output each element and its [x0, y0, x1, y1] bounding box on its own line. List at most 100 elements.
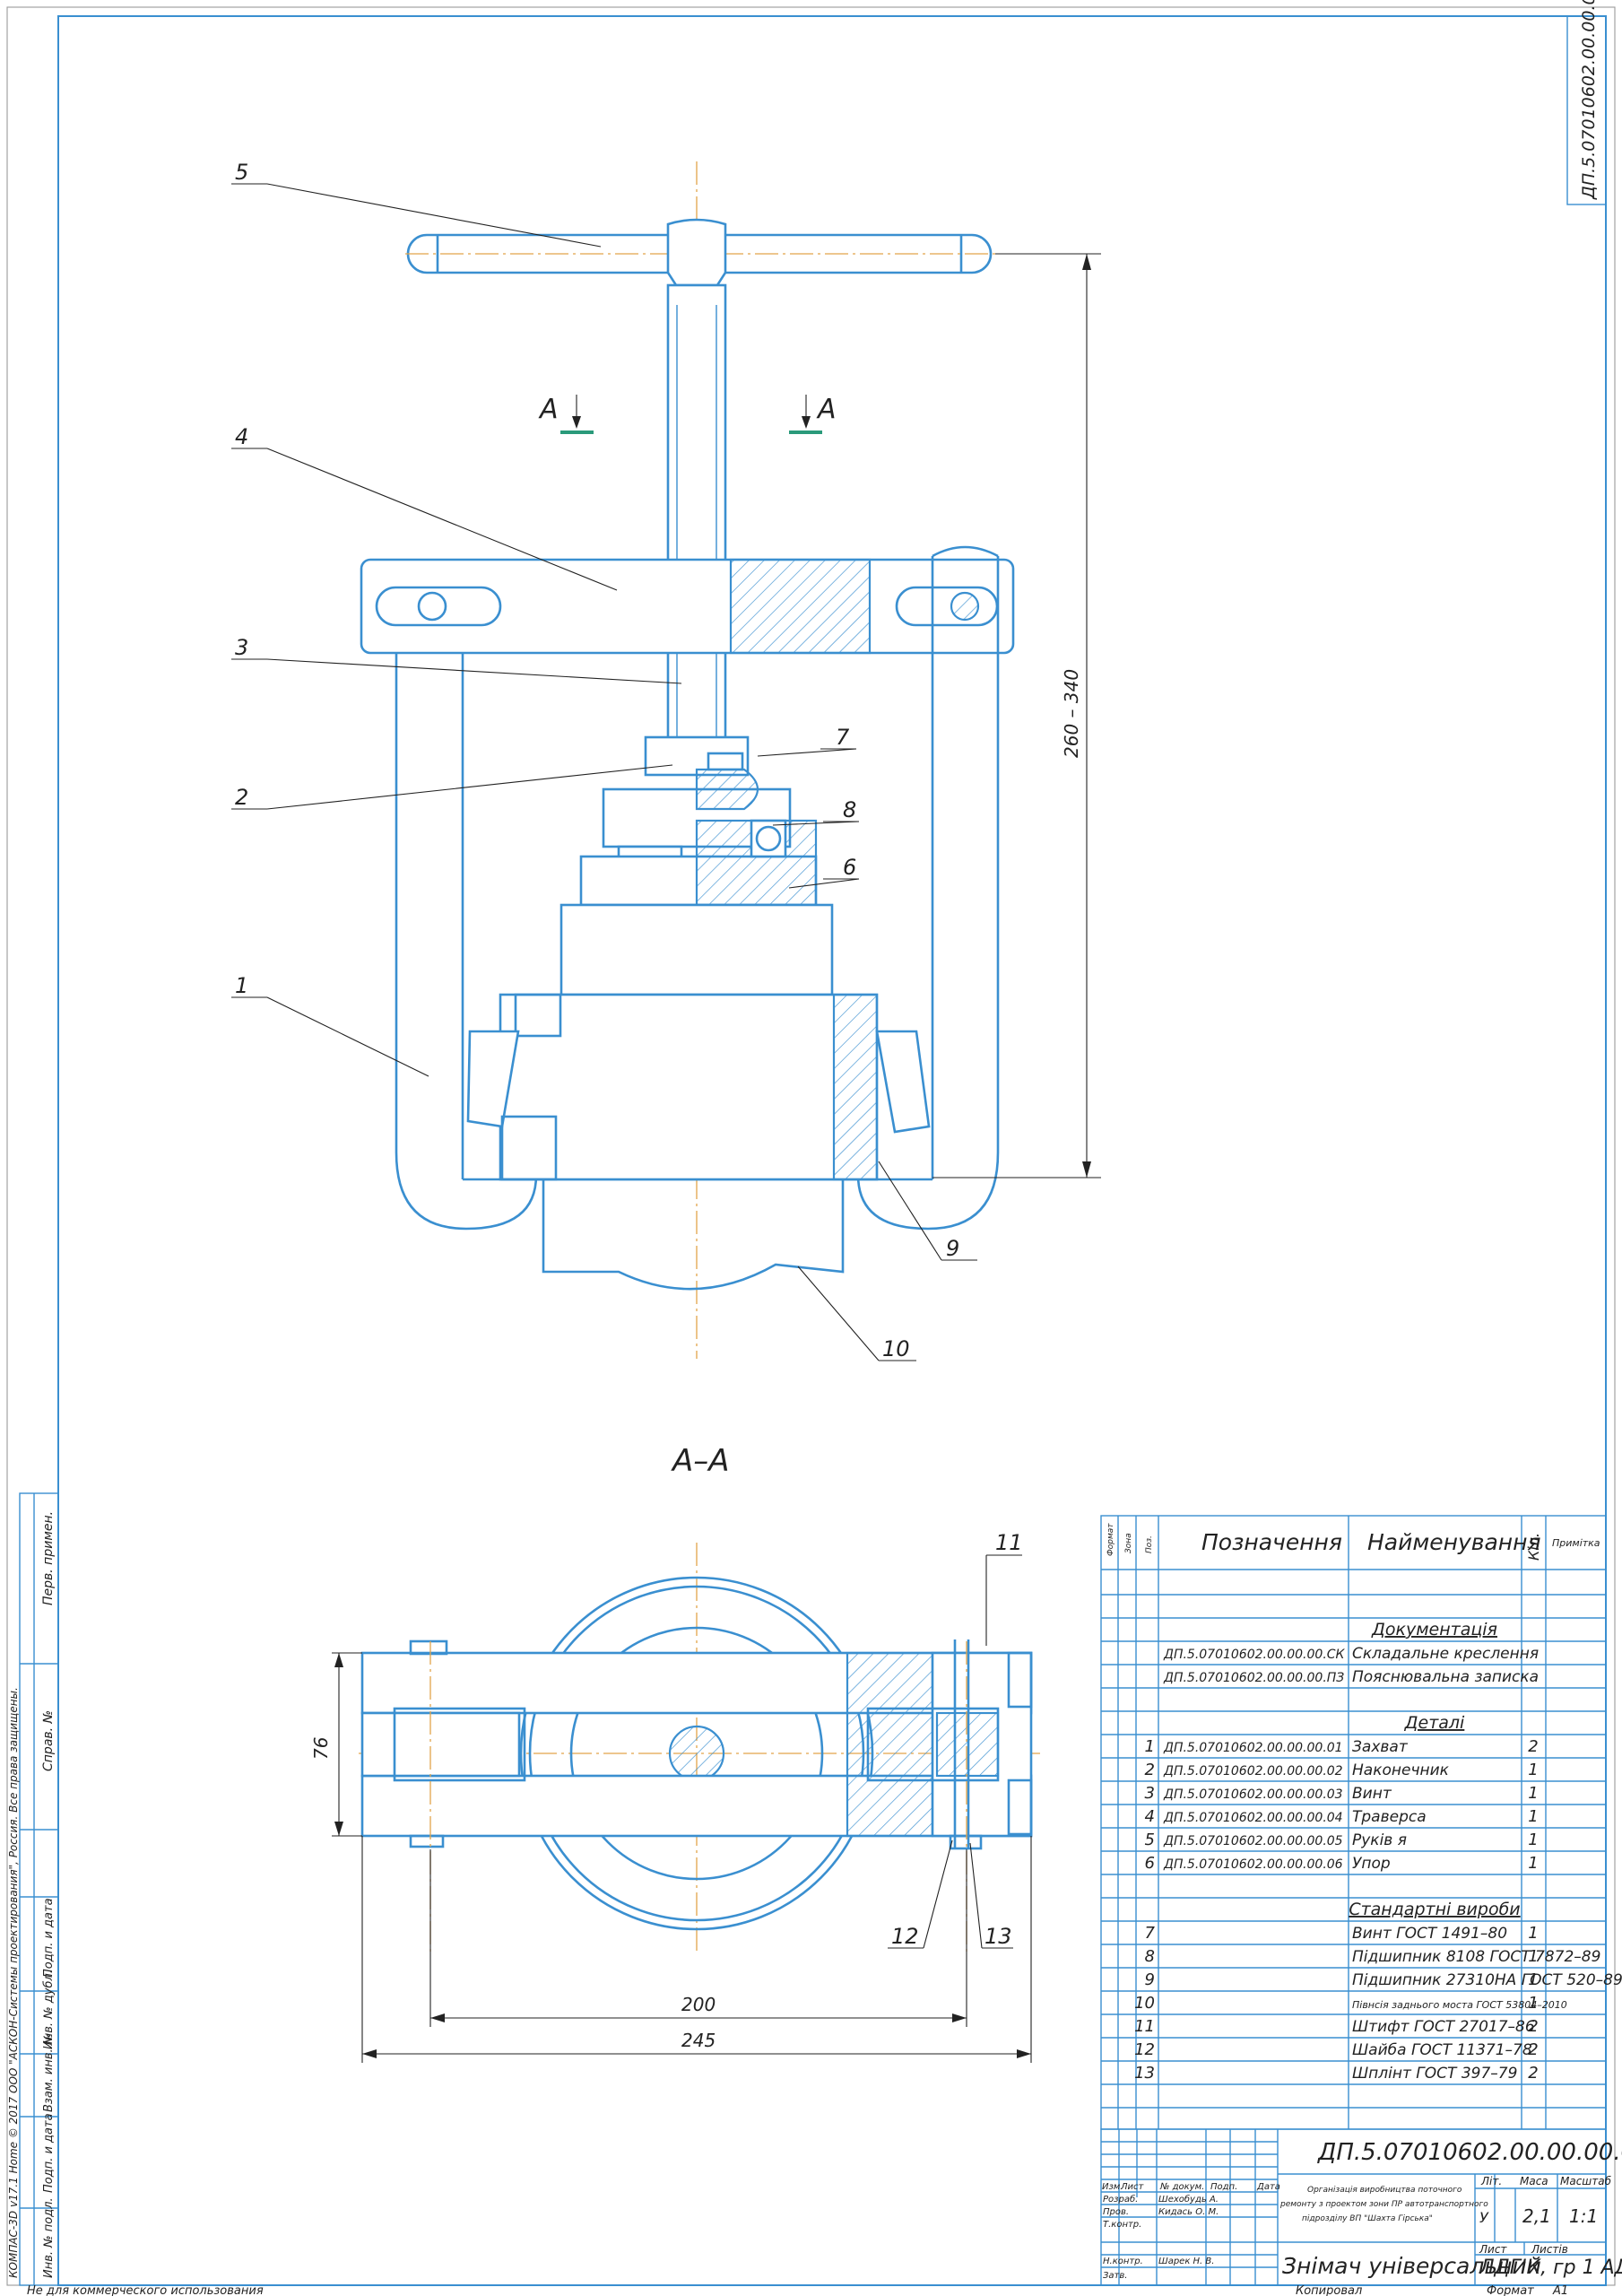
- spec-name: Винт: [1352, 1785, 1392, 1803]
- spec-name: Штифт ГОСТ 27017–86: [1352, 2018, 1535, 2036]
- copyright-note: КОМПАС-3D v17.1 Home © 2017 ООО "АСКОН-С…: [7, 1687, 20, 2278]
- spec-header-pos: Поз.: [1145, 1535, 1154, 1553]
- rotated-code-text: ДП.5.07010602.00.00.00.СК: [1579, 0, 1599, 200]
- section-title: A–A: [671, 1443, 730, 1479]
- spec-designation: ДП.5.07010602.00.00.00.ПЗ: [1163, 1671, 1344, 1685]
- tb-sheet-label: Лист: [1479, 2243, 1507, 2256]
- tb-role-5: Н.контр.: [1103, 2257, 1143, 2266]
- traverse-part-4: [360, 558, 1015, 655]
- spec-pos: 7: [1145, 1924, 1156, 1943]
- dim-76: 76: [310, 1737, 332, 1760]
- spec-header-note: Примітка: [1552, 1537, 1600, 1549]
- tb-role-3: Т.контр.: [1103, 2220, 1141, 2230]
- spec-qty: 1: [1528, 1784, 1538, 1803]
- spec-name: Траверса: [1352, 1808, 1427, 1826]
- spec-designation: ДП.5.07010602.00.00.00.02: [1163, 1764, 1343, 1779]
- spec-name: Винт ГОСТ 1491–80: [1352, 1925, 1507, 1943]
- tb-lit-label: Літ.: [1480, 2175, 1502, 2187]
- spec-qty: 1: [1528, 1761, 1538, 1779]
- footer-copied: Копировал: [1296, 2284, 1362, 2296]
- callout-10: 10: [882, 1336, 910, 1361]
- spec-header-qty: Кіл.: [1525, 1533, 1542, 1561]
- spec-designation: ДП.5.07010602.00.00.00.04: [1163, 1811, 1343, 1825]
- spec-qty: 2: [1528, 2064, 1538, 2083]
- spec-qty: 1: [1528, 1831, 1538, 1849]
- title-block: ДП.5.07010602.00.00.00.СК Організація ви…: [1100, 2128, 1622, 2286]
- spec-header-designation: Позначення: [1201, 1529, 1342, 1555]
- spec-pos: 11: [1134, 2017, 1155, 2036]
- spec-designation: ДП.5.07010602.00.00.00.01: [1163, 1741, 1343, 1755]
- tb-desc-1: Організація виробництва поточного: [1307, 2186, 1462, 2195]
- spec-designation: ДП.5.07010602.00.00.00.06: [1163, 1857, 1343, 1872]
- spec-name: Наконечник: [1352, 1761, 1450, 1779]
- specification-table: Формат Зона Поз. Позначення Найменування…: [1100, 1515, 1622, 2130]
- callout-9: 9: [946, 1236, 959, 1261]
- tb-scale-label: Масштаб: [1560, 2175, 1612, 2187]
- callout-2: 2: [235, 785, 248, 810]
- tb-row-label-1: Изм.: [1102, 2182, 1123, 2192]
- tb-row-label-2: Лист: [1120, 2182, 1145, 2192]
- spec-section-heading: Деталі: [1404, 1713, 1465, 1733]
- spec-designation: ДП.5.07010602.00.00.00.СК: [1163, 1648, 1346, 1662]
- callout-1: 1: [235, 973, 248, 998]
- tb-lit-value: У: [1479, 2209, 1489, 2226]
- spec-qty: 1: [1528, 1947, 1538, 1966]
- tb-role-6: Затв.: [1103, 2271, 1127, 2281]
- spec-qty: 1: [1528, 1994, 1538, 2013]
- spec-header-format: Формат: [1106, 1523, 1115, 1556]
- spec-name: Захват: [1352, 1738, 1409, 1756]
- handle-part-5: [405, 218, 995, 287]
- spec-section-heading: Стандартні вироби: [1349, 1900, 1520, 1919]
- tb-row-label-3: № докум.: [1159, 2182, 1204, 2192]
- footer-noncommercial: Не для коммерческого использования: [27, 2284, 264, 2296]
- callout-11: 11: [995, 1530, 1023, 1555]
- tb-row-label-5: Дата: [1256, 2182, 1280, 2192]
- spec-qty: 1: [1528, 1970, 1538, 1989]
- spec-pos: 8: [1145, 1947, 1155, 1966]
- assembly-drawing-sheet: ДП.5.07010602.00.00.00.СК Перв. примен. …: [6, 0, 1622, 2296]
- callout-12: 12: [891, 1924, 919, 1949]
- tb-mass-label: Маса: [1520, 2175, 1548, 2187]
- spec-header-name: Найменування: [1367, 1529, 1541, 1555]
- spec-pos: 13: [1134, 2064, 1155, 2083]
- spec-pos: 4: [1145, 1807, 1155, 1826]
- callout-5: 5: [235, 160, 248, 185]
- callout-4: 4: [235, 424, 248, 449]
- footer-format-label: Формат: [1487, 2284, 1534, 2296]
- tb-person-5: Шарек Н. В.: [1158, 2257, 1214, 2266]
- section-view-aa: A–A 76 200 245 11 12 13: [310, 1443, 1040, 2063]
- section-mark-right: A: [816, 394, 837, 425]
- height-dimension-text: 260 – 340: [1061, 669, 1082, 758]
- spec-pos: 10: [1134, 1994, 1155, 2013]
- tb-code: ДП.5.07010602.00.00.00.СК: [1317, 2139, 1622, 2166]
- spec-qty: 1: [1528, 1924, 1538, 1943]
- strip-label-7: Инв. № подл.: [42, 2197, 56, 2278]
- tb-role-1: Розраб.: [1103, 2194, 1138, 2205]
- tb-org: ЛДГІК, гр 1 АД–15: [1479, 2257, 1622, 2279]
- strip-label-2: Справ. №: [41, 1710, 56, 1771]
- spec-designation: ДП.5.07010602.00.00.00.05: [1163, 1834, 1343, 1848]
- tb-person-2: Кидась О. М.: [1158, 2207, 1219, 2217]
- spec-designation: ДП.5.07010602.00.00.00.03: [1163, 1787, 1343, 1802]
- strip-label-6: Подп. и дата: [42, 2113, 56, 2193]
- callouts-main: 5 4 3 2 1 7 8 6 9 10: [231, 160, 977, 1361]
- spec-section-heading: Документація: [1371, 1620, 1497, 1639]
- spec-pos: 6: [1145, 1854, 1155, 1873]
- left-side-strip: Перв. примен. Справ. № Подп. и дата Инв.…: [7, 1492, 59, 2286]
- tb-mass-value: 2,1: [1522, 2205, 1551, 2227]
- tb-desc-2: ремонту з проектом зони ПР автотранспорт…: [1279, 2200, 1488, 2209]
- strip-label-1: Перв. примен.: [41, 1511, 56, 1605]
- spec-name: Руків я: [1352, 1831, 1407, 1849]
- tb-person-1: Шехобудь А.: [1158, 2194, 1219, 2205]
- strip-label-5: Взам. инв. №: [42, 2033, 56, 2112]
- tb-desc-3: підрозділу ВП "Шахта Гірська": [1302, 2214, 1433, 2223]
- tb-role-2: Пров.: [1103, 2207, 1129, 2217]
- spec-name: Складальне креслення: [1352, 1645, 1539, 1663]
- spec-qty: 2: [1528, 2017, 1538, 2036]
- callout-7: 7: [836, 725, 850, 750]
- footer-format-value: А1: [1552, 2284, 1568, 2296]
- callout-8: 8: [843, 797, 856, 822]
- strip-label-3: Подп. и дата: [42, 1898, 56, 1978]
- tb-scale-value: 1:1: [1569, 2205, 1598, 2227]
- spec-qty: 2: [1528, 2040, 1538, 2059]
